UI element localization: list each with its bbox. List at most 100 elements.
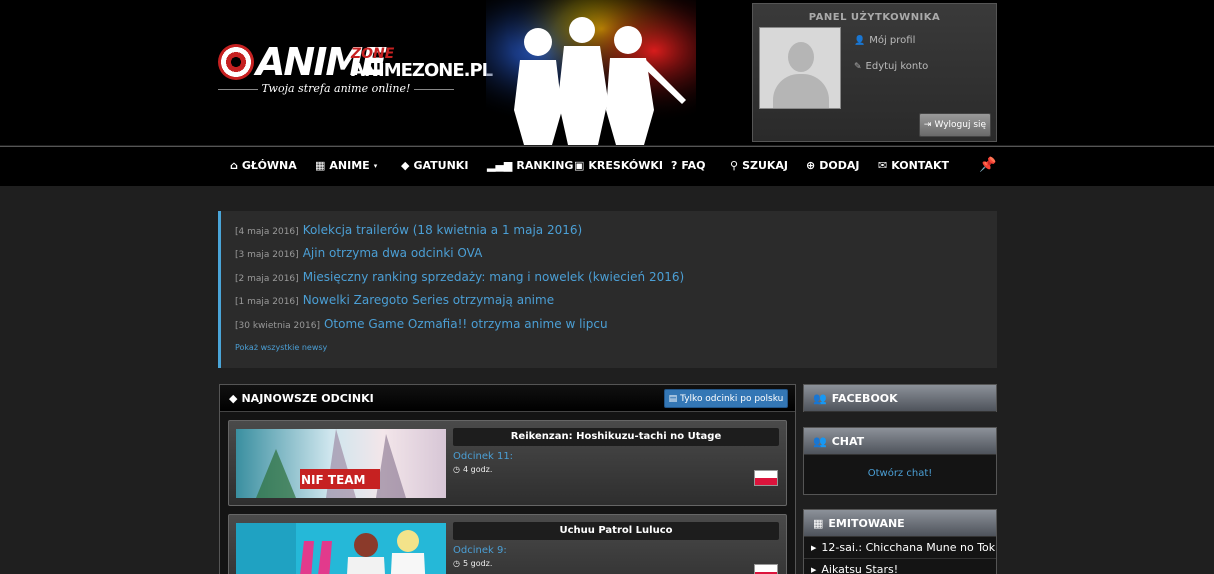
site-logo[interactable]: ANIME ZONE ANIMEZONE.PL Twoja strefa ani…: [218, 40, 493, 100]
clock-icon: ◷: [453, 465, 460, 474]
caret-right-icon: ▶: [811, 565, 817, 574]
episode-thumbnail-caption: NIF TEAM: [301, 473, 366, 487]
caret-right-icon: ▶: [811, 543, 817, 552]
airing-box: ▦ EMITOWANE ▶ 12-sai.: Chicchana Mune no…: [803, 509, 997, 574]
tags-icon: ◆: [401, 159, 410, 172]
film-icon: ▦: [315, 159, 326, 172]
episode-card[interactable]: NIF TEAM Reikenzan: Hoshikuzu-tachi no U…: [228, 420, 787, 506]
nav-item-contact[interactable]: ✉ KONTAKT: [878, 159, 949, 172]
logout-button[interactable]: ⇥ Wyloguj się: [919, 113, 991, 137]
news-item[interactable]: [3 maja 2016] Ajin otrzyma dwa odcinki O…: [235, 246, 482, 260]
avatar-body-shape: [773, 74, 829, 108]
episode-time: ◷ 4 godz.: [453, 465, 492, 474]
tags-icon: ◆: [229, 392, 238, 405]
edit-icon: ✎: [854, 61, 862, 72]
picture-icon: ▣: [574, 159, 585, 172]
envelope-icon: ✉: [878, 159, 888, 172]
polish-flag-icon: [754, 564, 778, 574]
nav-item-genres[interactable]: ◆ GATUNKI: [401, 159, 468, 172]
edit-account-label: Edytuj konto: [865, 61, 929, 72]
news-date: [4 maja 2016]: [235, 227, 299, 237]
edit-account-link[interactable]: ✎ Edytuj konto: [854, 61, 928, 72]
open-chat-link[interactable]: Otwórz chat!: [804, 468, 996, 479]
logo-domain-text: ANIMEZONE.PL: [351, 60, 493, 81]
user-icon: 👤: [854, 35, 866, 46]
subtitles-icon: ▤: [668, 393, 678, 404]
news-title-link[interactable]: Kolekcja trailerów (18 kwietnia a 1 maja…: [303, 223, 583, 237]
news-title-link[interactable]: Nowelki Zaregoto Series otrzymają anime: [303, 293, 554, 307]
facebook-box: 👥 FACEBOOK: [803, 384, 997, 412]
news-title-link[interactable]: Miesięczny ranking sprzedaży: mang i now…: [303, 270, 684, 284]
latest-episodes-header: ◆ NAJNOWSZE ODCINKI ▤ Tylko odcinki po p…: [220, 385, 795, 412]
show-all-news-link[interactable]: Pokaż wszystkie newsy: [235, 343, 327, 352]
episode-thumbnail[interactable]: [236, 523, 446, 574]
nav-item-faq[interactable]: ? FAQ: [671, 159, 706, 172]
episode-number-link[interactable]: Odcinek 9:: [453, 545, 507, 556]
users-icon: 👥: [813, 391, 827, 405]
news-item[interactable]: [1 maja 2016] Nowelki Zaregoto Series ot…: [235, 293, 554, 307]
news-date: [3 maja 2016]: [235, 250, 299, 260]
news-item[interactable]: [30 kwietnia 2016] Otome Game Ozmafia!! …: [235, 317, 608, 331]
news-title-link[interactable]: Otome Game Ozmafia!! otrzyma anime w lip…: [324, 317, 608, 331]
airing-item-label: Aikatsu Stars!: [821, 563, 899, 574]
episode-series-name[interactable]: Uchuu Patrol Luluco: [453, 522, 779, 540]
episode-series-name[interactable]: Reikenzan: Hoshikuzu-tachi no Utage: [453, 428, 779, 446]
caret-down-icon: ▾: [373, 161, 378, 170]
header-characters-art: [486, 0, 696, 145]
nav-item-ranking[interactable]: ▂▄▆ RANKING: [487, 159, 573, 172]
user-panel: PANEL UŻYTKOWNIKA 👤 Mój profil ✎ Edytuj …: [752, 3, 997, 142]
home-icon: ⌂: [230, 159, 238, 172]
nav-faq-label: FAQ: [681, 159, 706, 172]
logo-tagline: Twoja strefa anime online!: [261, 82, 411, 95]
news-date: [30 kwietnia 2016]: [235, 321, 320, 331]
nav-item-cartoons[interactable]: ▣ KRESKÓWKI: [574, 159, 663, 172]
facebook-header[interactable]: 👥 FACEBOOK: [804, 385, 996, 412]
latest-episodes-label: NAJNOWSZE ODCINKI: [241, 392, 374, 405]
chat-header: 👥 CHAT: [804, 428, 996, 455]
news-item[interactable]: [4 maja 2016] Kolekcja trailerów (18 kwi…: [235, 223, 582, 237]
news-item[interactable]: [2 maja 2016] Miesięczny ranking sprzeda…: [235, 270, 684, 284]
polish-flag-icon: [754, 470, 778, 486]
polish-only-filter-button[interactable]: ▤ Tylko odcinki po polsku: [664, 389, 788, 408]
news-date: [2 maja 2016]: [235, 274, 299, 284]
question-icon: ?: [671, 159, 678, 172]
nav-anime-label: ANIME: [329, 159, 370, 172]
my-profile-label: Mój profil: [869, 35, 916, 46]
episode-thumbnail[interactable]: [236, 429, 446, 498]
nav-home-label: GŁÓWNA: [241, 159, 297, 172]
nav-item-add[interactable]: ⊕ DODAJ: [806, 159, 859, 172]
airing-list-item[interactable]: ▶ 12-sai.: Chicchana Mune no Tokimeki: [804, 537, 996, 559]
nav-search-label: SZUKAJ: [742, 159, 789, 172]
episode-card[interactable]: Uchuu Patrol Luluco Odcinek 9: ◷ 5 godz.: [228, 514, 787, 574]
episode-time: ◷ 5 godz.: [453, 559, 492, 568]
avatar[interactable]: [759, 27, 841, 109]
my-profile-link[interactable]: 👤 Mój profil: [854, 35, 915, 46]
logout-icon: ⇥: [923, 120, 932, 130]
news-box: [4 maja 2016] Kolekcja trailerów (18 kwi…: [218, 211, 997, 368]
site-header: ANIME ZONE ANIMEZONE.PL Twoja strefa ani…: [0, 0, 1214, 145]
latest-episodes-title: ◆ NAJNOWSZE ODCINKI: [229, 392, 374, 405]
nav-contact-label: KONTAKT: [891, 159, 949, 172]
clock-icon: ◷: [453, 559, 460, 568]
episode-number-link[interactable]: Odcinek 11:: [453, 451, 513, 462]
main-nav: ⌂ GŁÓWNA ▦ ANIME ▾ ◆ GATUNKI ▂▄▆ RANKING…: [0, 146, 1214, 186]
nav-cartoons-label: KRESKÓWKI: [588, 159, 663, 172]
airing-header: ▦ EMITOWANE: [804, 510, 996, 537]
chat-box: 👥 CHAT Otwórz chat!: [803, 427, 997, 495]
episode-time-label: 4 godz.: [462, 465, 493, 474]
pushpin-icon[interactable]: 📌: [979, 157, 996, 173]
nav-item-home[interactable]: ⌂ GŁÓWNA: [230, 159, 297, 172]
chat-label: CHAT: [831, 434, 865, 448]
nav-item-search[interactable]: ⚲ SZUKAJ: [730, 159, 788, 172]
avatar-head-shape: [788, 42, 814, 72]
airing-label: EMITOWANE: [828, 516, 905, 530]
news-date: [1 maja 2016]: [235, 297, 299, 307]
logo-emblem: [218, 44, 254, 80]
airing-list-item[interactable]: ▶ Aikatsu Stars!: [804, 559, 996, 574]
facebook-label: FACEBOOK: [831, 391, 898, 405]
news-title-link[interactable]: Ajin otrzyma dwa odcinki OVA: [303, 246, 483, 260]
latest-episodes-panel: ◆ NAJNOWSZE ODCINKI ▤ Tylko odcinki po p…: [219, 384, 796, 574]
nav-genres-label: GATUNKI: [413, 159, 469, 172]
nav-item-anime[interactable]: ▦ ANIME ▾: [315, 159, 377, 172]
nav-ranking-label: RANKING: [516, 159, 574, 172]
